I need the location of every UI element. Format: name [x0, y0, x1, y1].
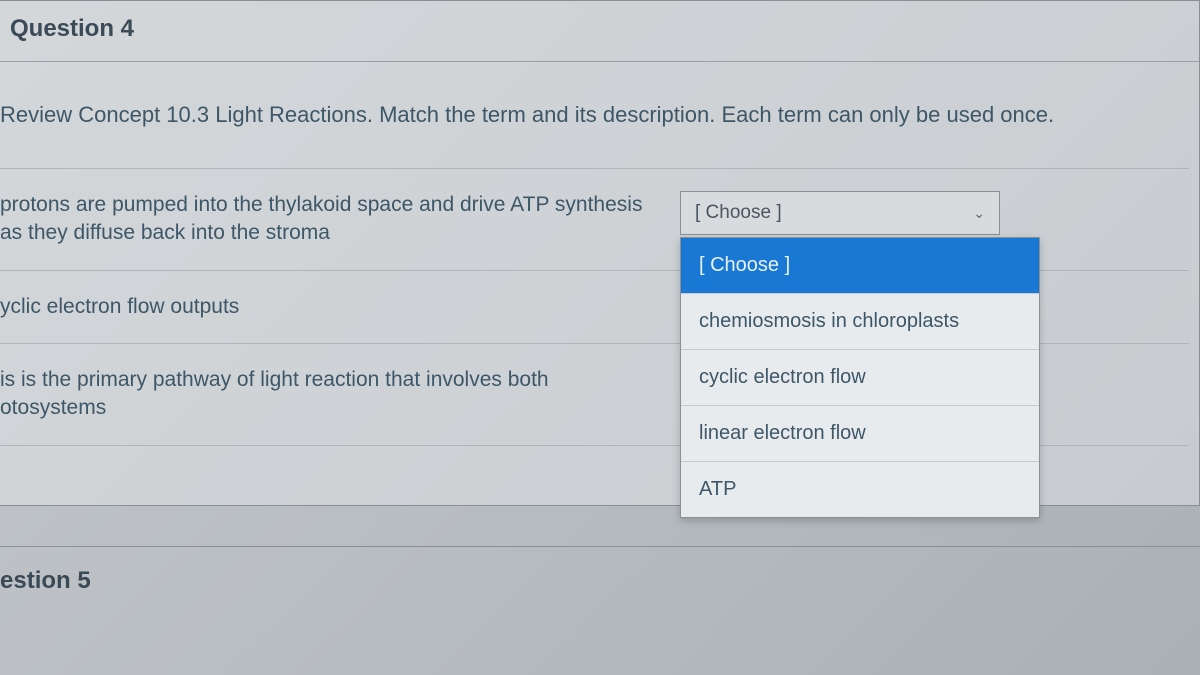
question-body: Review Concept 10.3 Light Reactions. Mat…	[0, 62, 1199, 505]
next-question-title: estion 5	[0, 567, 1190, 595]
dropdown-option-placeholder[interactable]: [ Choose ]	[681, 238, 1039, 294]
match-row-1: protons are pumped into the thylakoid sp…	[0, 168, 1189, 270]
question-4-container: Question 4 Review Concept 10.3 Light Rea…	[0, 0, 1200, 506]
match-prompt: yclic electron flow outputs	[0, 293, 680, 321]
question-5-container: estion 5	[0, 546, 1200, 595]
question-header: Question 4	[0, 1, 1199, 62]
dropdown-option-atp[interactable]: ATP	[681, 462, 1039, 517]
match-prompt: protons are pumped into the thylakoid sp…	[0, 191, 680, 248]
chevron-down-icon: ⌄	[973, 205, 985, 222]
choose-dropdown-1[interactable]: [ Choose ] ⌄	[680, 191, 1000, 235]
match-prompt: is is the primary pathway of light react…	[0, 366, 680, 423]
dropdown-option-cyclic[interactable]: cyclic electron flow	[681, 350, 1039, 406]
question-title: Question 4	[10, 15, 1189, 43]
dropdown-menu: [ Choose ] chemiosmosis in chloroplasts …	[680, 237, 1040, 518]
dropdown-option-linear[interactable]: linear electron flow	[681, 406, 1039, 462]
select-value: [ Choose ]	[695, 202, 782, 224]
question-instruction: Review Concept 10.3 Light Reactions. Mat…	[0, 102, 1189, 128]
dropdown-option-chemiosmosis[interactable]: chemiosmosis in chloroplasts	[681, 294, 1039, 350]
select-wrapper-1: [ Choose ] ⌄ [ Choose ] chemiosmosis in …	[680, 191, 1000, 235]
